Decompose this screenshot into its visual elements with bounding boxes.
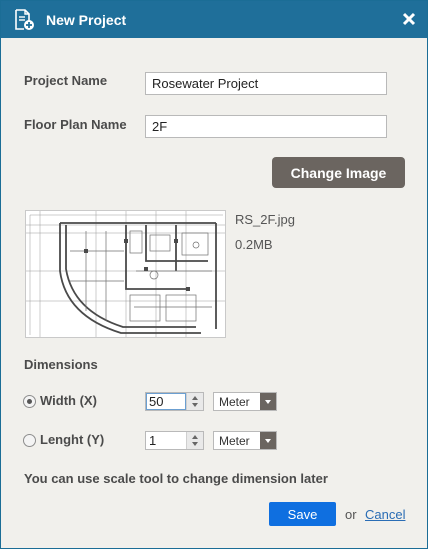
length-radio[interactable] [23,434,36,447]
length-stepper[interactable] [145,431,204,450]
width-stepper-arrows-icon[interactable] [186,393,203,410]
length-unit-select[interactable]: Meter [213,431,277,450]
chevron-down-icon[interactable] [260,432,276,449]
image-file-name: RS_2F.jpg [235,212,295,227]
new-project-dialog: New Project Project Name Floor Plan Name… [0,0,428,549]
length-stepper-arrows-icon[interactable] [186,432,203,449]
or-separator: or [345,507,357,522]
chevron-down-icon[interactable] [260,393,276,410]
save-button[interactable]: Save [269,502,336,526]
close-icon[interactable] [401,10,417,28]
scale-hint-text: You can use scale tool to change dimensi… [24,471,328,486]
change-image-button[interactable]: Change Image [272,157,405,188]
new-document-icon [15,9,34,30]
project-name-input[interactable] [145,72,387,95]
width-label: Width (X) [40,393,97,408]
length-label: Lenght (Y) [40,432,105,447]
floor-plan-drawing [26,211,225,337]
project-name-label: Project Name [24,73,108,88]
width-unit-select[interactable]: Meter [213,392,277,411]
dimensions-heading: Dimensions [24,357,98,372]
floor-plan-name-input[interactable] [145,115,387,138]
width-unit-value: Meter [219,395,250,409]
floor-plan-thumbnail [25,210,226,338]
width-radio[interactable] [23,395,36,408]
length-input[interactable] [146,432,186,449]
length-unit-value: Meter [219,434,250,448]
dialog-title: New Project [46,12,127,28]
width-input[interactable] [146,393,186,410]
floor-plan-name-label: Floor Plan Name [24,117,127,132]
dialog-titlebar: New Project [1,1,427,38]
image-file-size: 0.2MB [235,237,273,252]
cancel-link[interactable]: Cancel [365,507,405,522]
width-stepper[interactable] [145,392,204,411]
